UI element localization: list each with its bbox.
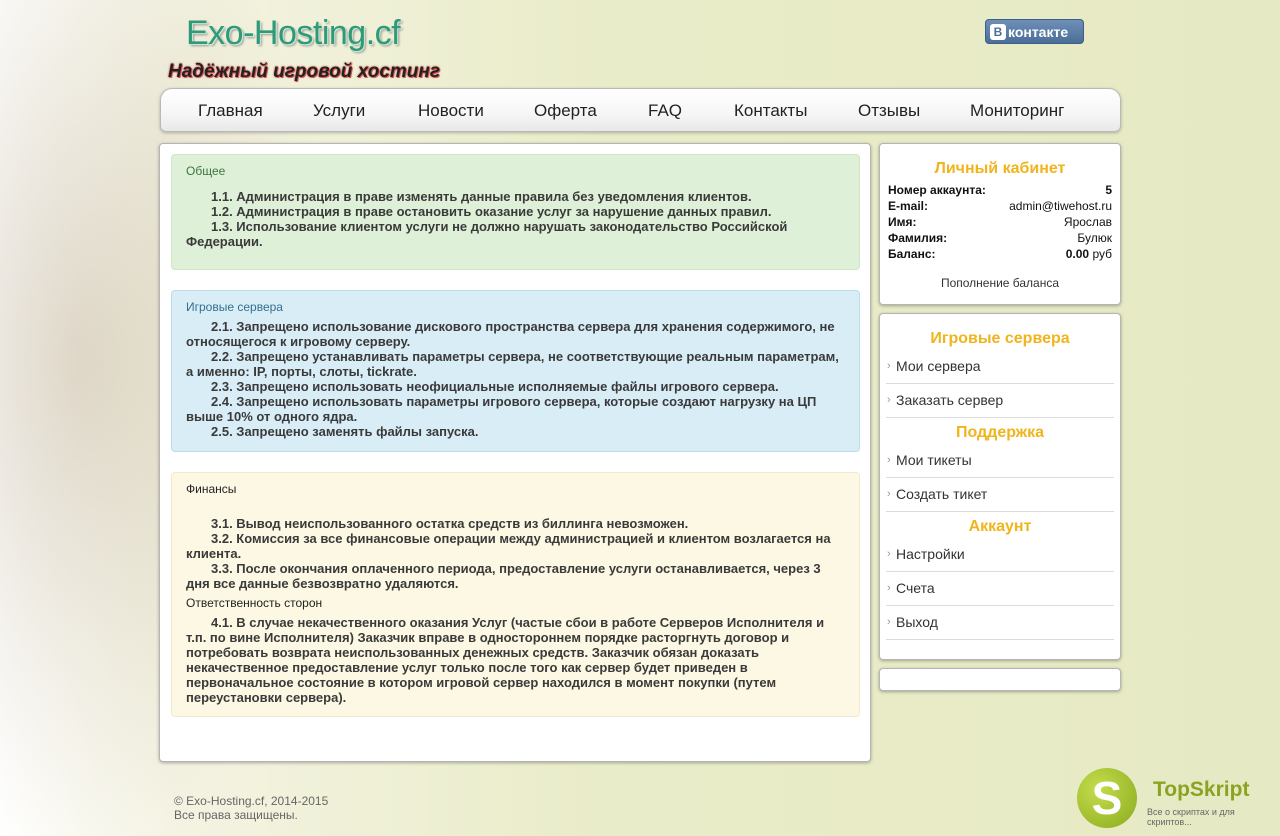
sidebar-item-my-tickets[interactable]: › Мои тикеты xyxy=(886,444,1114,478)
footer-rights: Все права защищены. xyxy=(174,808,298,822)
account-value: Булюк xyxy=(1077,231,1112,245)
menu-label: Заказать сервер xyxy=(896,392,1004,408)
nav-offer[interactable]: Оферта xyxy=(534,101,597,121)
rule-item: 2.1. Запрещено использование дискового п… xyxy=(186,319,835,349)
account-label: Имя: xyxy=(888,215,917,229)
nav-services[interactable]: Услуги xyxy=(313,101,365,121)
vk-icon: B xyxy=(990,23,1006,40)
sidebar-item-logout[interactable]: › Выход xyxy=(886,606,1114,640)
section-title: Ответственность сторон xyxy=(186,596,323,610)
chevron-right-icon: › xyxy=(887,454,891,466)
rule-item: 1.2. Администрация в праве остановить ок… xyxy=(211,204,772,219)
menu-label: Настройки xyxy=(896,546,965,562)
servers-menu-title: Игровые сервера xyxy=(930,330,1070,347)
section-title: Общее xyxy=(186,164,226,178)
nav-faq[interactable]: FAQ xyxy=(648,101,682,121)
rules-panel: Общее 1.1. Администрация в праве изменят… xyxy=(159,143,871,762)
sidebar-item-order-server[interactable]: › Заказать сервер xyxy=(886,384,1114,418)
site-logo[interactable]: Exo-Hosting.cf xyxy=(186,14,401,53)
sidebar-item-invoices[interactable]: › Счета xyxy=(886,572,1114,606)
rules-section-general: Общее 1.1. Администрация в праве изменят… xyxy=(171,154,860,270)
topskript-subtitle: Все о скриптах и для скриптов... xyxy=(1147,807,1235,827)
chevron-right-icon: › xyxy=(887,616,891,628)
account-value: admin@tiwehost.ru xyxy=(1009,199,1112,213)
rule-item: 1.3. Использование клиентом услуги не до… xyxy=(186,219,788,249)
chevron-right-icon: › xyxy=(887,394,891,406)
rule-item: 2.5. Запрещено заменять файлы запуска. xyxy=(211,424,479,439)
nav-contacts[interactable]: Контакты xyxy=(734,101,807,121)
chevron-right-icon: › xyxy=(887,360,891,372)
topskript-name[interactable]: TopSkript xyxy=(1153,778,1249,802)
nav-reviews[interactable]: Отзывы xyxy=(858,101,920,121)
footer-copyright: © Exo-Hosting.cf, 2014-2015 xyxy=(174,794,329,808)
rule-item: 1.1. Администрация в праве изменять данн… xyxy=(211,189,752,204)
account-row-surname: Фамилия: Булюк xyxy=(880,230,1120,246)
rule-item: 3.1. Вывод неиспользованного остатка сре… xyxy=(211,516,689,531)
chevron-right-icon: › xyxy=(887,548,891,560)
balance-amount: 0.00 xyxy=(1065,247,1090,261)
chevron-right-icon: › xyxy=(887,582,891,594)
vkontakte-button[interactable]: B контакте xyxy=(985,19,1084,44)
account-label: E-mail: xyxy=(888,199,929,213)
account-panel: Личный кабинет Номер аккаунта: 5 E-mail:… xyxy=(879,143,1121,305)
rules-section-finance: Финансы 3.1. Вывод неиспользованного ост… xyxy=(171,472,860,717)
account-row-email: E-mail: admin@tiwehost.ru xyxy=(880,198,1120,214)
account-label: Номер аккаунта: xyxy=(888,183,986,197)
menu-label: Счета xyxy=(896,580,935,596)
sidebar-menu-panel: Игровые сервера › Мои сервера › Заказать с… xyxy=(879,313,1121,660)
account-value: 5 xyxy=(1105,183,1112,197)
account-value: Ярослав xyxy=(1063,215,1112,229)
main-nav: Главная Услуги Новости Оферта FAQ Контак… xyxy=(160,88,1121,132)
topup-balance-link[interactable]: Пополнение баланса xyxy=(880,276,1120,290)
support-menu-title: Поддержка xyxy=(955,424,1045,441)
rule-item: 4.1. В случае некачественного оказания У… xyxy=(186,615,825,705)
vk-label: контакте xyxy=(1008,23,1069,40)
rule-item: 3.2. Комиссия за все финансовые операции… xyxy=(186,531,831,561)
account-title: Личный кабинет xyxy=(934,160,1066,177)
account-row-balance: Баланс: 0.00 руб xyxy=(880,246,1120,262)
menu-label: Мои сервера xyxy=(896,358,981,374)
rule-item: 2.4. Запрещено использовать параметры иг… xyxy=(186,394,817,424)
balance-currency: руб xyxy=(1092,247,1112,261)
topskript-logo-icon[interactable]: S xyxy=(1077,768,1137,828)
chevron-right-icon: › xyxy=(887,488,891,500)
account-balance: 0.00 руб xyxy=(1066,246,1112,262)
site-tagline: Надёжный игровой хостинг xyxy=(168,61,441,82)
nav-monitoring[interactable]: Мониторинг xyxy=(970,101,1064,121)
account-label: Фамилия: xyxy=(888,231,948,245)
rule-item: 2.2. Запрещено устанавливать параметры с… xyxy=(186,349,839,379)
section-title: Игровые сервера xyxy=(186,300,283,314)
menu-label: Выход xyxy=(896,614,938,630)
menu-label: Мои тикеты xyxy=(896,452,972,468)
account-menu-title: Аккаунт xyxy=(968,518,1032,535)
account-row-number: Номер аккаунта: 5 xyxy=(880,182,1120,198)
account-label: Баланс: xyxy=(888,247,936,261)
sidebar-item-my-servers[interactable]: › Мои сервера xyxy=(886,350,1114,384)
menu-label: Создать тикет xyxy=(896,486,988,502)
account-row-name: Имя: Ярослав xyxy=(880,214,1120,230)
rule-item: 3.3. После окончания оплаченного периода… xyxy=(186,561,821,591)
nav-news[interactable]: Новости xyxy=(418,101,484,121)
empty-side-panel xyxy=(879,668,1121,691)
rules-section-servers: Игровые сервера 2.1. Запрещено использов… xyxy=(171,290,860,452)
nav-home[interactable]: Главная xyxy=(198,101,263,121)
footer: © Exo-Hosting.cf, 2014-2015 Все права за… xyxy=(174,794,328,822)
section-title: Финансы xyxy=(186,482,237,496)
sidebar-item-create-ticket[interactable]: › Создать тикет xyxy=(886,478,1114,512)
sidebar-item-settings[interactable]: › Настройки xyxy=(886,538,1114,572)
rule-item: 2.3. Запрещено использовать неофициальны… xyxy=(211,379,779,394)
